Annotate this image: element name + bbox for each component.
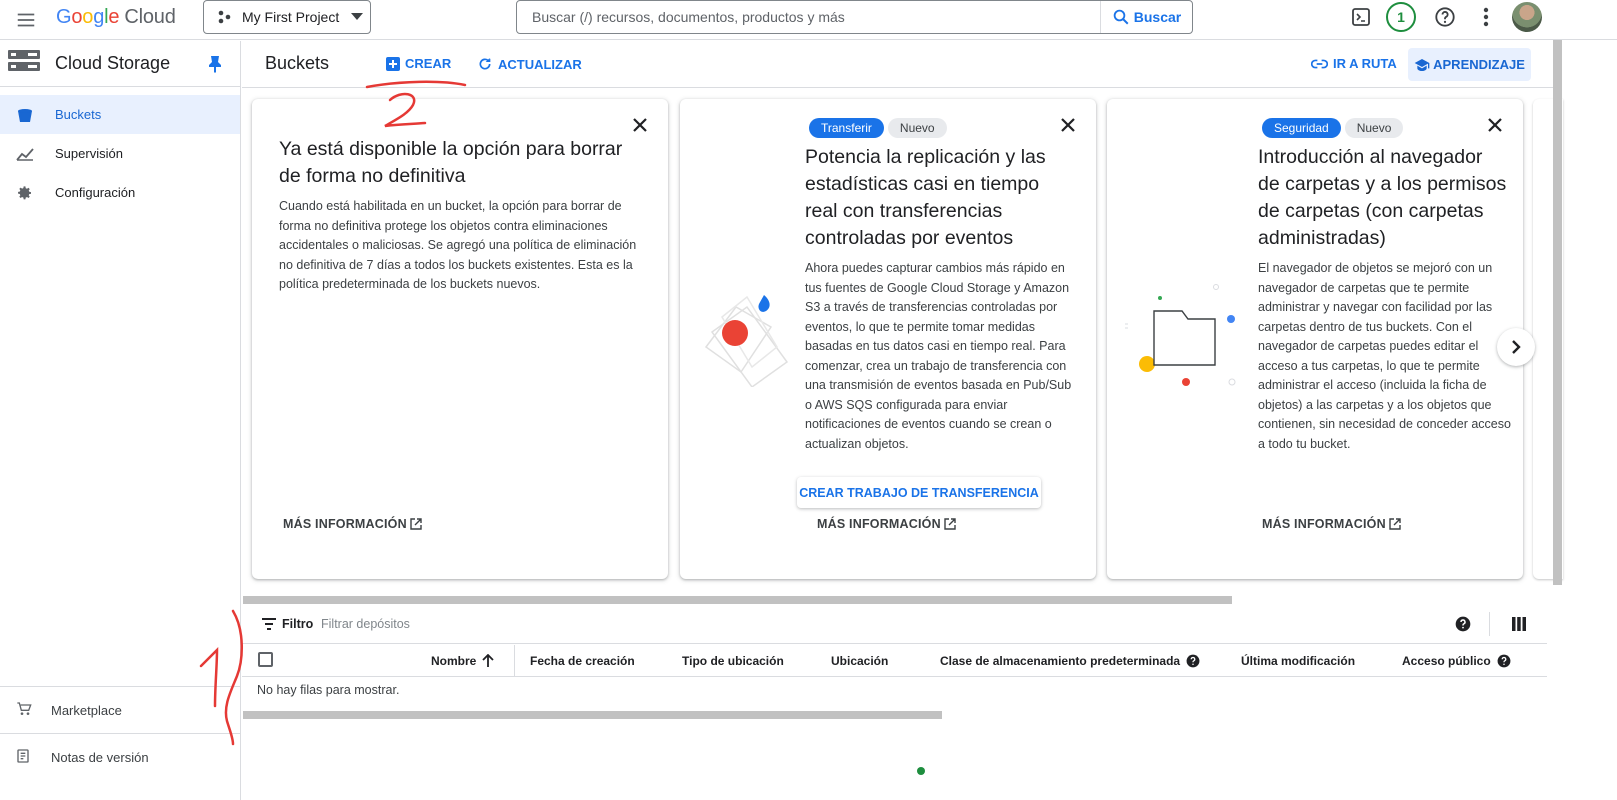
page-title: Buckets (265, 53, 330, 73)
column-public-access[interactable]: Acceso público (1402, 654, 1511, 668)
card-title: Introducción al navegador de carpetas y … (1258, 146, 1507, 249)
card-body: El navegador de objetos se mejoró con un… (1258, 261, 1511, 451)
sidebar-header: Cloud Storage (0, 41, 240, 87)
close-icon[interactable] (1058, 115, 1078, 135)
cards-horizontal-scrollbar[interactable] (243, 596, 1232, 604)
search-button[interactable]: Buscar (1100, 1, 1192, 33)
column-last-modified[interactable]: Última modificación (1241, 654, 1355, 668)
filter-input[interactable]: Filtrar depósitos (321, 617, 410, 631)
help-icon[interactable] (1455, 616, 1471, 637)
divider (1489, 612, 1490, 636)
terminal-icon[interactable] (1346, 2, 1376, 32)
refresh-icon (479, 58, 491, 70)
go-to-path-button[interactable]: IR A RUTA (1311, 56, 1397, 71)
open-in-new-icon (410, 518, 422, 530)
open-in-new-icon (944, 518, 956, 530)
sidebar-item-release-notes[interactable]: Notas de versión (0, 733, 240, 780)
project-selector[interactable]: My First Project (203, 0, 371, 34)
filter-icon (262, 618, 276, 630)
bucket-icon (16, 106, 34, 124)
monitoring-icon (16, 145, 34, 163)
link-icon (1311, 59, 1328, 68)
create-button[interactable]: CREAR (386, 56, 451, 71)
cloud-storage-icon (8, 49, 40, 78)
more-vert-icon[interactable] (1472, 2, 1500, 32)
folder-illustration (1121, 284, 1246, 399)
sidebar: Cloud Storage Buckets Supervisión Config… (0, 41, 241, 800)
empty-table-message: No hay filas para mostrar. (257, 683, 400, 697)
close-icon[interactable] (1485, 115, 1505, 135)
dropdown-icon (351, 13, 364, 20)
column-storage-class[interactable]: Clase de almacenamiento predeterminada (940, 654, 1200, 668)
help-icon[interactable] (1430, 2, 1460, 32)
search-bar: Buscar (516, 0, 1193, 34)
sidebar-item-marketplace[interactable]: Marketplace (0, 686, 240, 733)
more-info-link[interactable]: MÁS INFORMACIÓN (283, 517, 422, 531)
more-info-link[interactable]: MÁS INFORMACIÓN (817, 517, 956, 531)
column-display-icon[interactable] (1512, 617, 1526, 636)
top-bar: GoogleCloud My First Project Buscar 1 (0, 0, 1617, 40)
settings-icon (16, 184, 34, 202)
open-in-new-icon (1389, 518, 1401, 530)
school-icon (1414, 58, 1430, 71)
chip-security: Seguridad (1262, 118, 1341, 138)
google-cloud-logo[interactable]: Google Cloud (56, 6, 176, 29)
product-title: Cloud Storage (55, 53, 171, 73)
notifications-badge[interactable]: 1 (1386, 2, 1416, 32)
table-header: Nombre Fecha de creación Tipo de ubicaci… (242, 645, 1547, 677)
promo-card-folders: Seguridad Nuevo Introducción al navegador… (1107, 99, 1523, 579)
column-created[interactable]: Fecha de creación (530, 654, 635, 668)
help-icon[interactable] (1186, 654, 1200, 668)
column-divider (514, 645, 515, 677)
arrow-up-icon (482, 654, 494, 667)
learning-button[interactable]: APRENDIZAJE (1408, 48, 1531, 81)
menu-icon[interactable] (14, 8, 38, 32)
column-location[interactable]: Ubicación (831, 654, 888, 668)
card-title: Ya está disponible la opción para borrar… (279, 138, 623, 187)
close-icon[interactable] (630, 115, 650, 135)
promo-card-soft-delete: Ya está disponible la opción para borrar… (252, 99, 668, 579)
avatar[interactable] (1512, 2, 1542, 32)
notifications-count: 1 (1386, 2, 1416, 32)
filter-button[interactable]: Filtro (262, 617, 313, 631)
search-input[interactable] (517, 1, 1100, 33)
cart-icon (16, 701, 32, 720)
transfer-illustration (702, 287, 792, 392)
project-icon (218, 10, 231, 24)
card-title: Potencia la replicación y las estadístic… (805, 146, 1046, 249)
project-name: My First Project (242, 9, 340, 25)
pin-icon[interactable] (208, 55, 222, 78)
help-icon[interactable] (1497, 654, 1511, 668)
sidebar-item-buckets[interactable]: Buckets (0, 95, 240, 134)
chip-transfer: Transferir (809, 118, 884, 138)
card-body: Cuando está habilitada en un bucket, la … (279, 199, 637, 291)
card-body: Ahora puedes capturar cambios más rápido… (805, 261, 1072, 451)
chip-new: Nuevo (887, 118, 947, 138)
promo-card-transfer: Transferir Nuevo Potencia la replicación … (680, 99, 1096, 579)
page-header: Buckets CREAR ACTUALIZAR IR A RUTA APREN… (242, 41, 1562, 88)
more-info-link[interactable]: MÁS INFORMACIÓN (1262, 517, 1401, 531)
sidebar-item-settings[interactable]: Configuración (0, 173, 240, 212)
chevron-right-icon (1512, 340, 1521, 354)
column-name[interactable]: Nombre (431, 654, 494, 668)
refresh-button[interactable]: ACTUALIZAR (477, 56, 582, 72)
column-location-type[interactable]: Tipo de ubicación (682, 654, 784, 668)
select-all-checkbox[interactable] (258, 652, 273, 667)
add-box-icon (386, 56, 400, 71)
sidebar-item-monitoring[interactable]: Supervisión (0, 134, 240, 173)
chip-new: Nuevo (1344, 118, 1404, 138)
vertical-scrollbar[interactable] (1553, 40, 1562, 585)
next-card-button[interactable] (1497, 328, 1535, 366)
release-notes-icon (16, 748, 32, 767)
table-horizontal-scrollbar[interactable] (243, 711, 942, 719)
loading-indicator (917, 767, 925, 775)
search-icon (1113, 9, 1129, 25)
filter-bar: Filtro Filtrar depósitos (242, 608, 1547, 644)
create-transfer-job-button[interactable]: CREAR TRABAJO DE TRANSFERENCIA (797, 477, 1041, 508)
